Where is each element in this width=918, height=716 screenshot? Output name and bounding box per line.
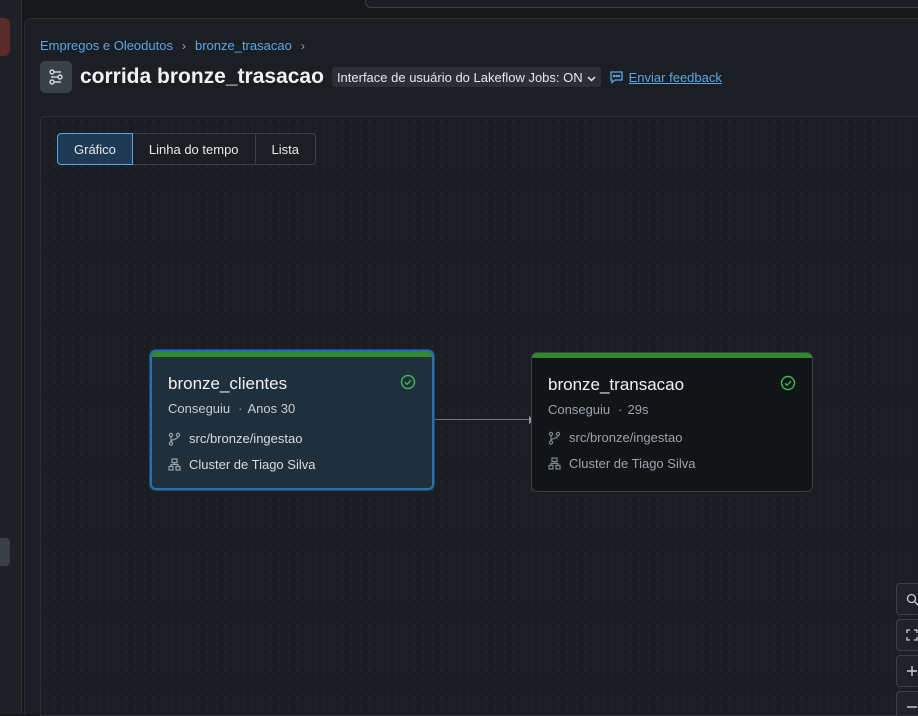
workflow-icon — [40, 61, 72, 93]
task-node-bronze-clientes[interactable]: bronze_clientes Conseguiu·Anos 30 src/br… — [150, 350, 434, 490]
cluster-icon — [548, 457, 561, 470]
rail-item[interactable] — [0, 538, 10, 566]
feedback-label: Enviar feedback — [629, 70, 722, 85]
cluster-icon — [168, 458, 181, 471]
zoom-out-button[interactable] — [896, 691, 918, 716]
fit-view-button[interactable] — [896, 619, 918, 651]
ui-toggle-dropdown[interactable]: Interface de usuário do Lakeflow Jobs: O… — [332, 67, 601, 87]
task-name: bronze_transacao — [548, 375, 684, 395]
status-bar — [152, 352, 432, 357]
zoom-controls — [896, 583, 918, 716]
zoom-in-icon — [906, 665, 918, 677]
fullscreen-icon — [906, 629, 918, 641]
breadcrumb-job-link[interactable]: bronze_trasacao — [195, 38, 292, 53]
task-name: bronze_clientes — [168, 374, 287, 394]
breadcrumb: Empregos e Oleodutos › bronze_trasacao › — [40, 38, 314, 53]
zoom-in-button[interactable] — [896, 655, 918, 687]
search-button[interactable] — [896, 583, 918, 615]
left-rail — [0, 0, 22, 714]
tab-list[interactable]: Lista — [255, 133, 316, 165]
main-panel: Empregos e Oleodutos › bronze_trasacao ›… — [24, 18, 918, 714]
view-tabs: Gráfico Linha do tempo Lista — [57, 133, 316, 165]
top-bar — [22, 0, 918, 18]
check-circle-icon — [400, 374, 416, 395]
tab-timeline[interactable]: Linha do tempo — [132, 133, 256, 165]
duration-text: 29s — [628, 402, 649, 417]
status-bar — [532, 353, 812, 358]
task-status: Conseguiu·29s — [548, 402, 648, 417]
cluster-name: Cluster de Tiago Silva — [569, 456, 695, 471]
chevron-right-icon: › — [301, 39, 305, 53]
title-row: corrida bronze_trasacao Interface de usu… — [40, 61, 722, 93]
breadcrumb-jobs-link[interactable]: Empregos e Oleodutos — [40, 38, 173, 53]
global-search-input[interactable] — [365, 0, 918, 8]
dependency-edge — [435, 419, 531, 420]
source-path: src/bronze/ingestao — [569, 430, 682, 445]
task-cluster: Cluster de Tiago Silva — [168, 457, 315, 472]
task-cluster: Cluster de Tiago Silva — [548, 456, 695, 471]
check-circle-icon — [780, 375, 796, 396]
tab-graph[interactable]: Gráfico — [57, 133, 133, 165]
chevron-right-icon: › — [182, 39, 186, 53]
task-source: src/bronze/ingestao — [548, 430, 682, 445]
ui-toggle-label: Interface de usuário do Lakeflow Jobs: O… — [337, 70, 583, 85]
chevron-down-icon — [587, 70, 596, 85]
zoom-out-icon — [906, 701, 918, 713]
rail-active-item[interactable] — [0, 18, 10, 56]
chat-icon — [609, 70, 624, 84]
task-node-bronze-transacao[interactable]: bronze_transacao Conseguiu·29s src/bronz… — [531, 352, 813, 492]
graph-canvas[interactable]: Gráfico Linha do tempo Lista bronze_clie… — [40, 116, 918, 716]
page-title: corrida bronze_trasacao — [80, 65, 324, 89]
status-text: Conseguiu — [548, 402, 610, 417]
cluster-name: Cluster de Tiago Silva — [189, 457, 315, 472]
task-source: src/bronze/ingestao — [168, 431, 302, 446]
git-branch-icon — [548, 431, 561, 445]
status-text: Conseguiu — [168, 401, 230, 416]
feedback-link[interactable]: Enviar feedback — [609, 70, 722, 85]
task-status: Conseguiu·Anos 30 — [168, 401, 295, 416]
search-icon — [906, 593, 918, 606]
git-branch-icon — [168, 432, 181, 446]
source-path: src/bronze/ingestao — [189, 431, 302, 446]
duration-text: Anos 30 — [248, 401, 296, 416]
